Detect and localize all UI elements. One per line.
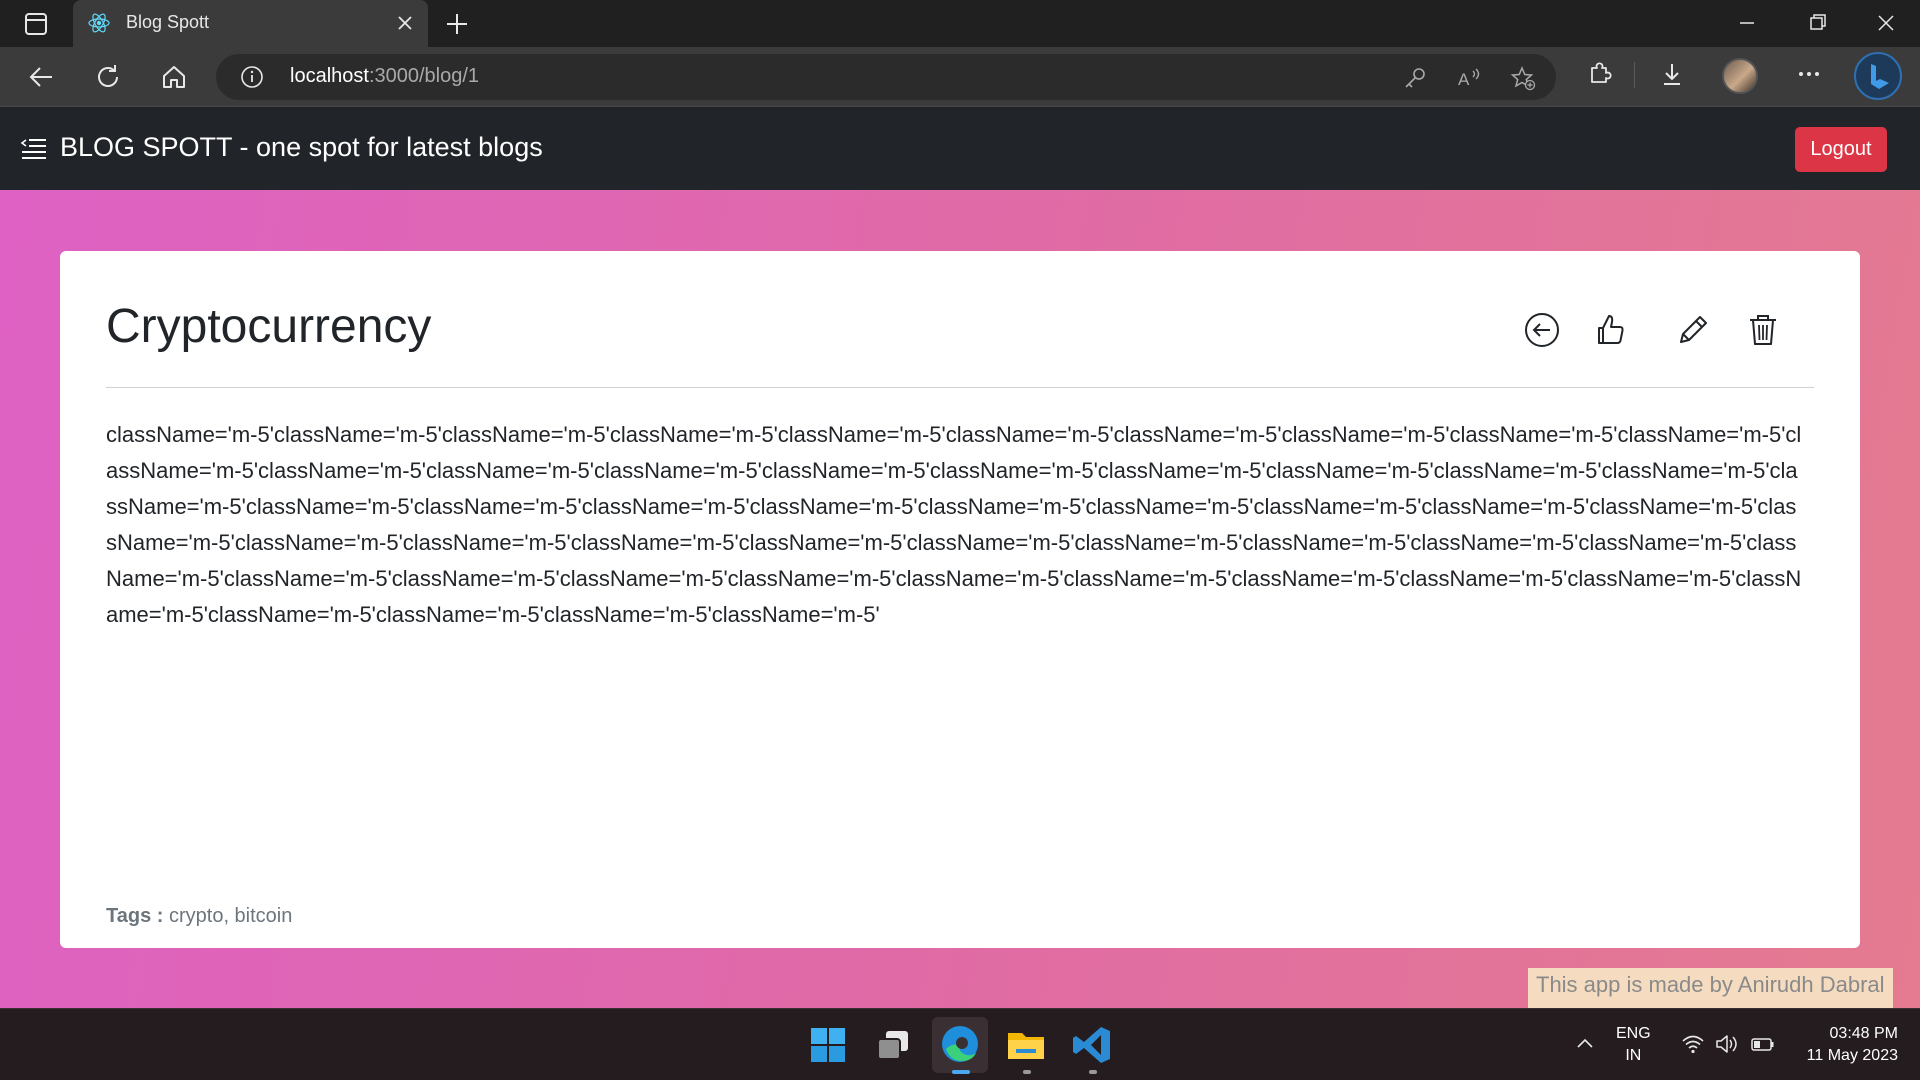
url-path: :3000/blog/1 <box>368 65 480 87</box>
browser-tab-bar: Blog Spott <box>0 0 1920 47</box>
browser-toolbar: localhost:3000/blog/1 A <box>0 47 1920 107</box>
downloads-icon[interactable] <box>1657 59 1687 89</box>
title-divider <box>106 387 1814 388</box>
toolbar-separator <box>1634 62 1635 88</box>
tab-actions-icon[interactable] <box>18 10 54 38</box>
back-arrow-icon[interactable] <box>1523 311 1561 349</box>
edge-active-indicator <box>952 1070 970 1074</box>
pencil-icon[interactable] <box>1674 311 1712 349</box>
site-header: BLOG SPOTT - one spot for latest blogs L… <box>0 108 1920 190</box>
browser-tab-active[interactable]: Blog Spott <box>73 0 428 47</box>
menu-icon[interactable] <box>20 136 48 162</box>
wifi-icon[interactable] <box>1680 1031 1706 1057</box>
read-aloud-icon[interactable]: A <box>1456 65 1482 91</box>
profile-avatar[interactable] <box>1722 58 1758 94</box>
react-logo-icon <box>88 13 110 33</box>
system-clock[interactable]: 03:48 PM 11 May 2023 <box>1790 1023 1898 1067</box>
address-bar[interactable]: localhost:3000/blog/1 A <box>216 54 1556 100</box>
language-indicator[interactable]: ENG IN <box>1616 1023 1651 1067</box>
trash-icon[interactable] <box>1744 311 1782 349</box>
tags-label: Tags : <box>106 905 164 927</box>
minimize-icon[interactable] <box>1727 8 1767 38</box>
bing-copilot-icon[interactable] <box>1854 52 1902 100</box>
logout-button[interactable]: Logout <box>1795 127 1887 172</box>
url-text[interactable]: localhost:3000/blog/1 <box>290 65 479 88</box>
volume-icon[interactable] <box>1714 1031 1740 1057</box>
svg-text:A: A <box>1458 70 1470 89</box>
clock-date: 11 May 2023 <box>1806 1047 1898 1064</box>
edge-icon <box>942 1026 978 1062</box>
battery-icon[interactable] <box>1750 1031 1776 1057</box>
language-region: IN <box>1625 1047 1642 1064</box>
tab-title: Blog Spott <box>126 12 210 32</box>
clock-time: 03:48 PM <box>1829 1025 1898 1042</box>
thumbs-up-icon[interactable] <box>1592 311 1630 349</box>
blog-card: Cryptocurrency className='m-5'className=… <box>60 251 1860 948</box>
key-icon[interactable] <box>1402 65 1428 91</box>
file-explorer-icon[interactable] <box>1004 1023 1048 1067</box>
close-tab-icon[interactable] <box>394 12 416 34</box>
vscode-indicator <box>1089 1070 1097 1074</box>
url-host: localhost <box>290 65 369 87</box>
home-icon[interactable] <box>158 61 190 93</box>
blog-content: className='m-5'className='m-5'className=… <box>106 422 1802 627</box>
edge-taskbar-slot[interactable] <box>932 1017 988 1073</box>
bing-logo-icon <box>1871 64 1889 89</box>
page-background: BLOG SPOTT - one spot for latest blogs L… <box>0 108 1920 1008</box>
language-code: ENG <box>1616 1025 1651 1042</box>
back-icon[interactable] <box>26 61 58 93</box>
site-brand[interactable]: BLOG SPOTT - one spot for latest blogs <box>60 132 543 163</box>
more-options-icon[interactable] <box>1794 59 1824 89</box>
task-view-icon[interactable] <box>872 1023 916 1067</box>
close-window-icon[interactable] <box>1866 8 1906 38</box>
extensions-icon[interactable] <box>1584 59 1614 89</box>
new-tab-icon[interactable] <box>443 10 471 38</box>
site-info-icon[interactable] <box>240 65 264 89</box>
restore-icon[interactable] <box>1797 8 1837 38</box>
blog-title: Cryptocurrency <box>106 300 432 353</box>
blog-tags: Tags : crypto, bitcoin <box>106 905 292 928</box>
reload-icon[interactable] <box>92 61 124 93</box>
windows-taskbar: ENG IN 03:48 PM 11 May 2023 <box>0 1008 1920 1080</box>
show-hidden-icons-icon[interactable] <box>1572 1031 1598 1057</box>
favorite-add-icon[interactable] <box>1510 65 1536 91</box>
explorer-indicator <box>1023 1070 1031 1074</box>
tags-value: crypto, bitcoin <box>168 905 293 927</box>
credit-footer: This app is made by Anirudh Dabral <box>1528 968 1893 1008</box>
vscode-icon[interactable] <box>1070 1023 1114 1067</box>
windows-start-icon[interactable] <box>806 1023 850 1067</box>
